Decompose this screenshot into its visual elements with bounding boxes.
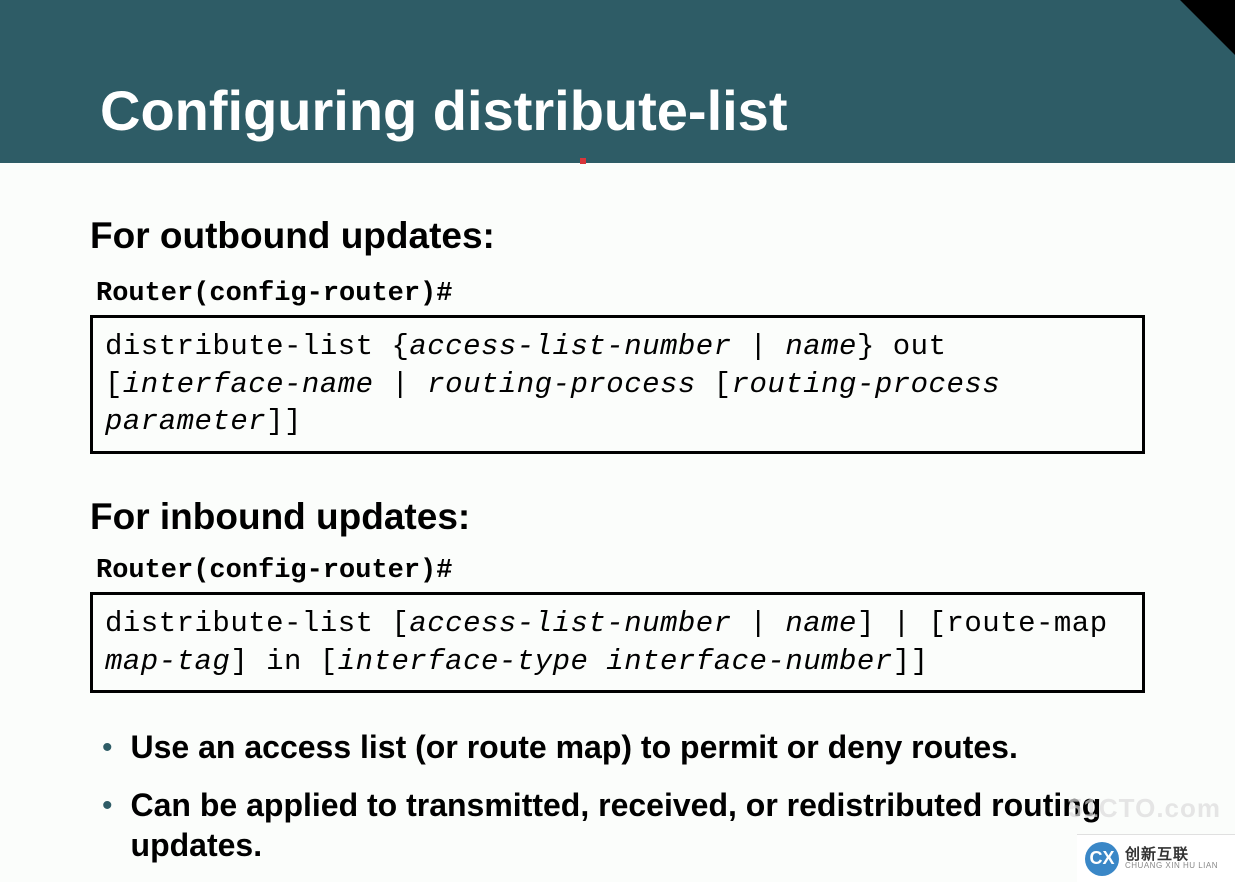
list-item: • Use an access list (or route map) to p… (102, 727, 1145, 767)
brand-logo-icon: CX (1085, 842, 1119, 876)
bullet-icon: • (102, 789, 113, 822)
inbound-heading: For inbound updates: (90, 496, 1145, 538)
syntax-text: distribute-list { (105, 330, 409, 363)
outbound-prompt: Router(config-router)# (96, 279, 1145, 309)
slide-content: For outbound updates: Router(config-rout… (0, 163, 1235, 865)
syntax-text: | (732, 330, 786, 363)
brand-logo: CX 创新互联 CHUANG XIN HU LIAN (1077, 834, 1235, 882)
syntax-text: | (374, 368, 428, 401)
bullet-icon: • (102, 731, 113, 764)
corner-decoration (1180, 0, 1235, 55)
brand-name-cn: 创新互联 (1125, 847, 1218, 862)
slide-title: Configuring distribute-list (100, 78, 787, 143)
accent-dot (580, 158, 586, 164)
syntax-text: distribute-list [ (105, 607, 409, 640)
outbound-syntax-box: distribute-list {access-list-number | na… (90, 315, 1145, 454)
syntax-arg: name (785, 330, 857, 363)
watermark: 51CTO.com (1068, 793, 1221, 824)
syntax-arg: map-tag (105, 645, 230, 678)
bullet-text: Use an access list (or route map) to per… (131, 727, 1018, 767)
syntax-text: ]] (266, 405, 302, 438)
bullet-text: Can be applied to transmitted, received,… (131, 785, 1145, 865)
syntax-text: ]] (893, 645, 929, 678)
list-item: • Can be applied to transmitted, receive… (102, 785, 1145, 865)
inbound-prompt: Router(config-router)# (96, 556, 1145, 586)
syntax-text: | (732, 607, 786, 640)
brand-logo-text: 创新互联 CHUANG XIN HU LIAN (1125, 847, 1218, 870)
syntax-text: ] in [ (230, 645, 337, 678)
syntax-arg: interface-name (123, 368, 374, 401)
bullet-list: • Use an access list (or route map) to p… (90, 727, 1145, 865)
outbound-heading: For outbound updates: (90, 215, 1145, 257)
syntax-text: ] | [route-map (857, 607, 1108, 640)
syntax-arg: name (785, 607, 857, 640)
syntax-arg: access-list-number (409, 330, 731, 363)
syntax-arg: routing-process (427, 368, 696, 401)
inbound-syntax-box: distribute-list [access-list-number | na… (90, 592, 1145, 693)
syntax-text: [ (696, 368, 732, 401)
syntax-arg: access-list-number (409, 607, 731, 640)
brand-name-pinyin: CHUANG XIN HU LIAN (1125, 862, 1218, 870)
slide-header: Configuring distribute-list (0, 0, 1235, 163)
syntax-arg: interface-type interface-number (338, 645, 893, 678)
